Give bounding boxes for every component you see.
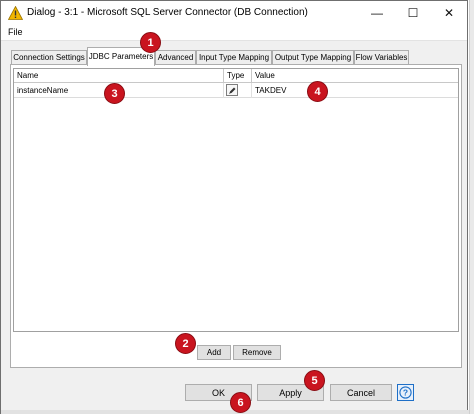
tab-connection-settings[interactable]: Connection Settings xyxy=(11,50,87,65)
cancel-button[interactable]: Cancel xyxy=(330,384,392,401)
tab-advanced[interactable]: Advanced xyxy=(155,50,196,65)
param-value-cell[interactable]: TAKDEV xyxy=(252,83,458,98)
callout-marker-3: 3 xyxy=(104,83,125,104)
table-row[interactable]: instanceName TAKDEV xyxy=(14,83,458,98)
remove-button[interactable]: Remove xyxy=(233,345,281,360)
close-button[interactable]: ✕ xyxy=(431,1,467,25)
table-header: Name Type Value xyxy=(14,69,458,83)
callout-marker-5: 5 xyxy=(304,370,325,391)
add-button[interactable]: Add xyxy=(197,345,231,360)
tab-input-type-mapping[interactable]: Input Type Mapping xyxy=(196,50,272,65)
minimize-button[interactable]: — xyxy=(359,1,395,25)
help-button[interactable]: ? xyxy=(397,384,414,401)
parameters-table: Name Type Value instanceName TAKDEV xyxy=(13,68,459,332)
tab-output-type-mapping[interactable]: Output Type Mapping xyxy=(272,50,354,65)
menu-bar: File xyxy=(1,25,467,41)
column-header-value[interactable]: Value xyxy=(252,69,458,83)
column-header-type[interactable]: Type xyxy=(224,69,252,83)
dialog-window: Dialog - 3:1 - Microsoft SQL Server Conn… xyxy=(0,0,469,414)
warning-triangle-icon xyxy=(8,6,23,20)
window-title: Dialog - 3:1 - Microsoft SQL Server Conn… xyxy=(27,7,308,18)
callout-marker-1: 1 xyxy=(140,32,161,53)
maximize-button[interactable]: ☐ xyxy=(395,1,431,25)
title-bar[interactable]: Dialog - 3:1 - Microsoft SQL Server Conn… xyxy=(1,1,467,25)
pencil-icon[interactable] xyxy=(226,84,238,96)
help-glyph: ? xyxy=(403,388,408,398)
column-header-name[interactable]: Name xyxy=(14,69,224,83)
background-window-edge xyxy=(469,0,474,414)
callout-marker-2: 2 xyxy=(175,333,196,354)
jdbc-parameters-panel: Name Type Value instanceName TAKDEV Add xyxy=(10,64,462,368)
menu-file[interactable]: File xyxy=(8,27,23,37)
help-icon: ? xyxy=(399,386,412,399)
callout-marker-4: 4 xyxy=(307,81,328,102)
tab-flow-variables[interactable]: Flow Variables xyxy=(354,50,409,65)
callout-marker-6: 6 xyxy=(230,392,251,413)
param-type-cell[interactable] xyxy=(224,83,252,98)
